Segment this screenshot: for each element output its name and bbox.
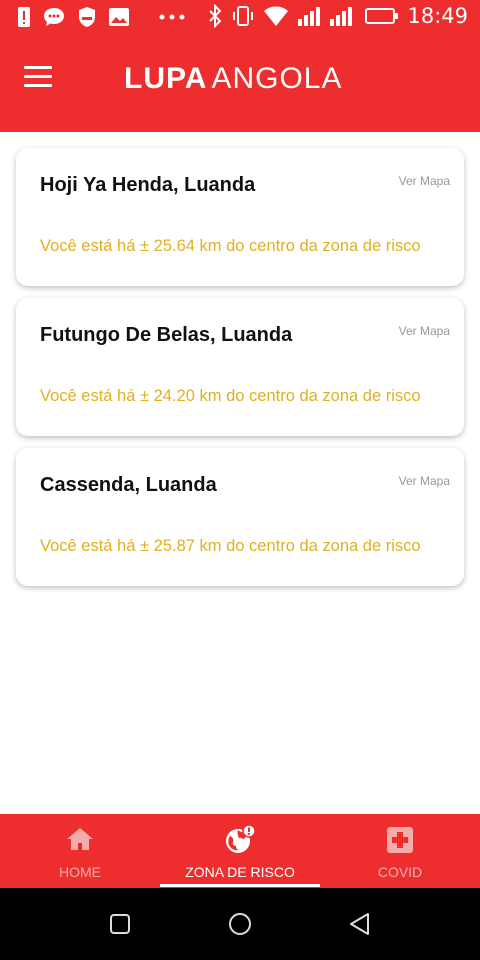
battery-icon xyxy=(365,8,399,24)
home-circle-icon[interactable] xyxy=(226,910,254,938)
nav-zona-de-risco[interactable]: ZONA DE RISCO xyxy=(160,814,320,888)
zone-distance: Você está há ± 25.87 km do centro da zon… xyxy=(40,537,421,555)
status-time: 18:49 xyxy=(407,4,468,28)
alert-icon xyxy=(18,7,30,27)
bluetooth-icon xyxy=(209,4,222,28)
hamburger-menu-icon[interactable] xyxy=(24,66,52,88)
nav-home[interactable]: HOME xyxy=(0,814,160,888)
zone-title: Hoji Ya Henda, Luanda xyxy=(40,174,256,196)
nav-label: HOME xyxy=(59,864,101,880)
ver-mapa-link[interactable]: Ver Mapa xyxy=(399,474,450,488)
medical-cross-icon xyxy=(387,827,413,853)
active-tab-indicator xyxy=(160,884,320,887)
shield-icon xyxy=(79,7,95,27)
zone-title: Cassenda, Luanda xyxy=(40,474,217,496)
ver-mapa-link[interactable]: Ver Mapa xyxy=(399,324,450,338)
recents-square-icon[interactable] xyxy=(106,910,134,938)
image-icon xyxy=(109,8,129,26)
signal-icon xyxy=(330,7,353,26)
wifi-icon xyxy=(264,6,289,26)
more-dots-icon xyxy=(159,14,185,20)
bottom-navigation: HOME ZONA DE RISCO COVID xyxy=(0,814,480,888)
app-brand: LUPA ANGOLA xyxy=(124,62,343,96)
brand-light-text: ANGOLA xyxy=(211,62,343,95)
chat-bubble-icon xyxy=(44,8,64,26)
system-navigation-bar xyxy=(0,888,480,960)
globe-alert-icon xyxy=(226,824,256,853)
status-bar: 18:49 xyxy=(0,0,480,36)
zone-distance: Você está há ± 25.64 km do centro da zon… xyxy=(40,237,421,255)
app-bar: LUPA ANGOLA xyxy=(0,36,480,132)
zone-distance: Você está há ± 24.20 km do centro da zon… xyxy=(40,387,421,405)
vibrate-icon xyxy=(233,6,254,26)
nav-label: COVID xyxy=(377,864,423,880)
back-triangle-icon[interactable] xyxy=(346,910,374,938)
nav-covid[interactable]: COVID xyxy=(320,814,480,888)
zone-card[interactable]: Cassenda, Luanda Ver Mapa Você está há ±… xyxy=(16,448,464,586)
ver-mapa-link[interactable]: Ver Mapa xyxy=(399,174,450,188)
home-icon xyxy=(67,828,93,850)
zone-card[interactable]: Hoji Ya Henda, Luanda Ver Mapa Você está… xyxy=(16,148,464,286)
zone-title: Futungo De Belas, Luanda xyxy=(40,324,293,346)
signal-icon xyxy=(298,7,321,26)
risk-zone-list: Hoji Ya Henda, Luanda Ver Mapa Você está… xyxy=(16,148,464,598)
brand-bold-text: LUPA xyxy=(124,62,208,95)
nav-label: ZONA DE RISCO xyxy=(185,864,295,880)
zone-card[interactable]: Futungo De Belas, Luanda Ver Mapa Você e… xyxy=(16,298,464,436)
